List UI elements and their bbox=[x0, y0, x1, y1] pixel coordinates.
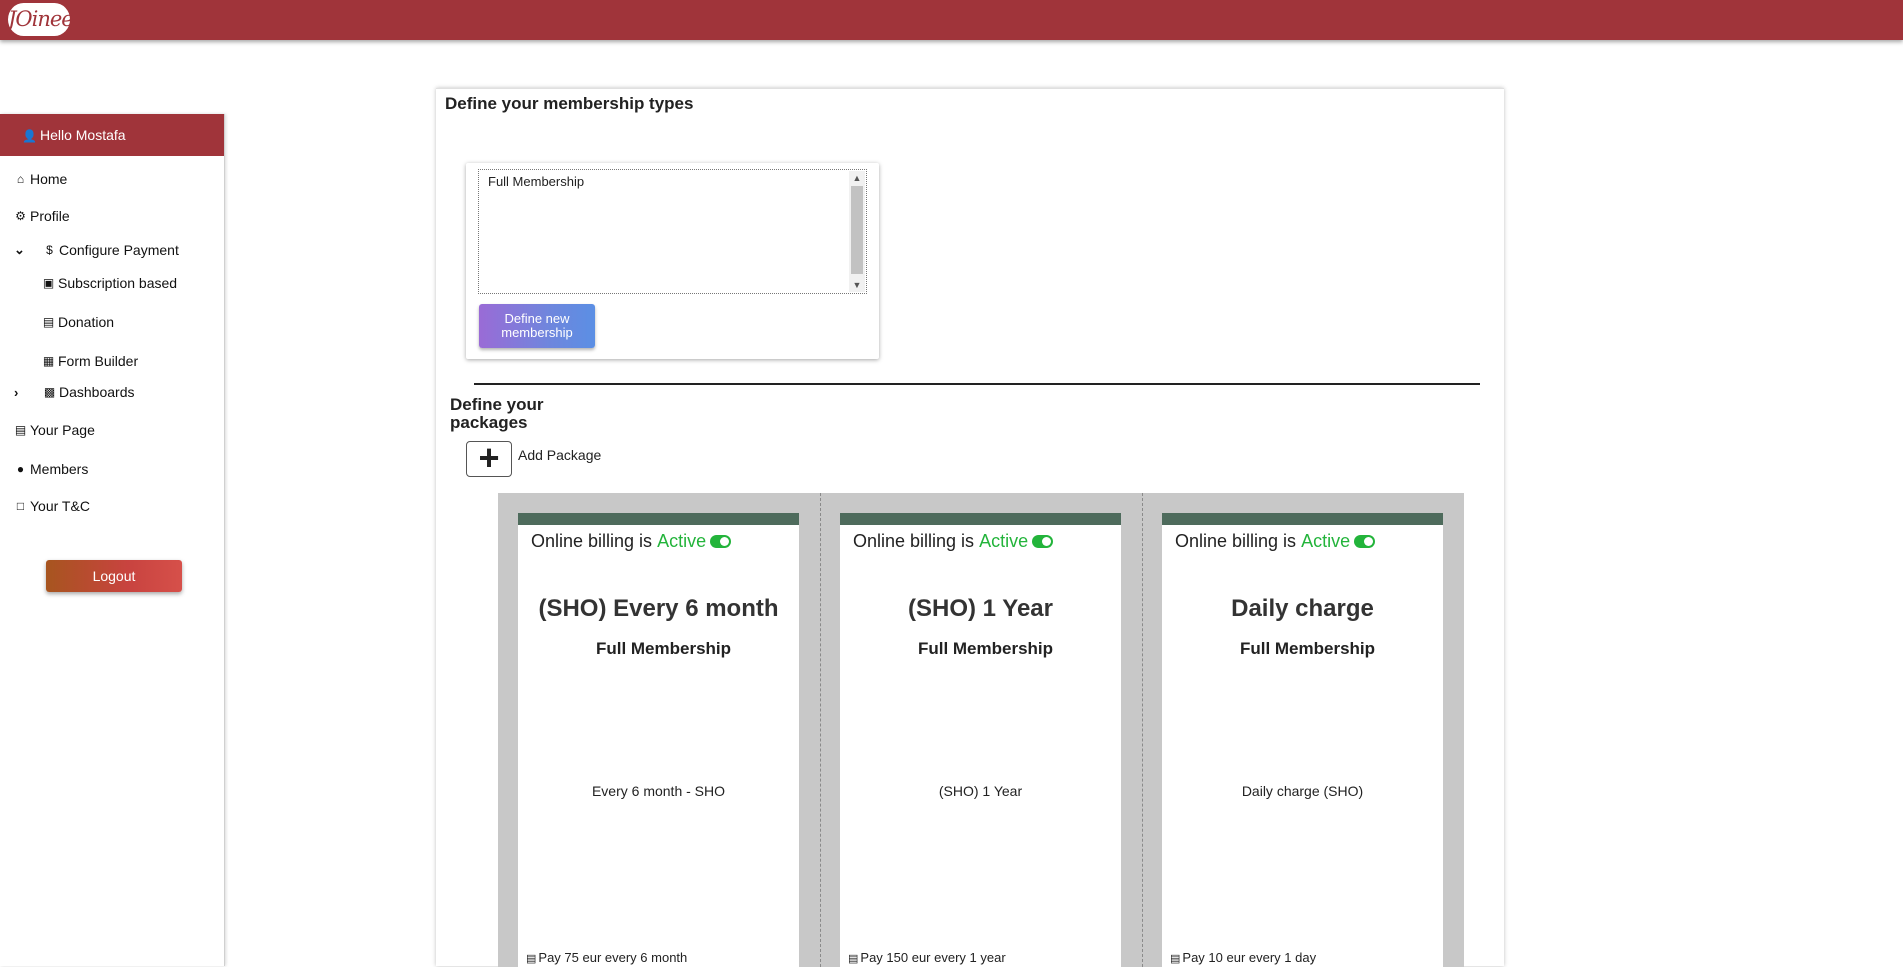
billing-label: Online billing is bbox=[531, 531, 653, 551]
billing-toggle[interactable] bbox=[1354, 535, 1376, 548]
package-card[interactable]: Online billing is Active (SHO) 1 Year Fu… bbox=[840, 513, 1121, 967]
packages-section-title: Define your packages bbox=[450, 395, 544, 432]
scroll-thumb[interactable] bbox=[851, 186, 863, 274]
sidebar-item-label: Home bbox=[30, 171, 68, 187]
card-separator bbox=[1142, 493, 1143, 967]
sidebar-item-members[interactable]: ● Members bbox=[13, 461, 88, 477]
sidebar-user-header: 👤 Hello Mostafa bbox=[0, 114, 224, 156]
sidebar-item-subscription-based[interactable]: ▣ Subscription based bbox=[41, 275, 177, 291]
membership-section-title: Define your membership types bbox=[445, 94, 694, 113]
package-membership: Full Membership bbox=[917, 639, 1054, 658]
section-divider bbox=[474, 383, 1480, 385]
list-item[interactable]: Full Membership bbox=[488, 174, 584, 189]
package-card[interactable]: Online billing is Active Daily charge Fu… bbox=[1162, 513, 1443, 967]
sidebar-item-label: Your Page bbox=[30, 422, 95, 438]
package-price: ▤ Pay 75 eur every 6 month bbox=[526, 950, 687, 965]
briefcase-icon: ▣ bbox=[42, 276, 55, 290]
sidebar-item-label: Profile bbox=[30, 208, 70, 224]
package-card[interactable]: Online billing is Active (SHO) Every 6 m… bbox=[518, 513, 799, 967]
money-icon: ▤ bbox=[848, 953, 859, 965]
bar-chart-icon: ▩ bbox=[43, 385, 56, 399]
package-name: Daily charge bbox=[1231, 595, 1374, 622]
billing-label: Online billing is bbox=[1175, 531, 1297, 551]
billing-toggle[interactable] bbox=[1032, 535, 1054, 548]
billing-active-text: Active bbox=[1301, 531, 1351, 551]
define-new-membership-button[interactable]: Define new membership bbox=[479, 304, 595, 348]
membership-listbox[interactable]: Full Membership ▲ ▼ bbox=[478, 169, 867, 294]
home-icon: ⌂ bbox=[16, 172, 25, 186]
sidebar-item-label: Members bbox=[30, 461, 89, 477]
package-price: ▤ Pay 150 eur every 1 year bbox=[848, 950, 1006, 965]
form-icon: ▦ bbox=[42, 354, 55, 368]
logout-button[interactable]: Logout bbox=[46, 560, 182, 592]
billing-status: Online billing is Active bbox=[531, 531, 732, 552]
document-icon: □ bbox=[16, 499, 25, 513]
app-logo[interactable]: JOinee bbox=[8, 3, 74, 36]
sidebar-item-label: Form Builder bbox=[58, 353, 139, 369]
sidebar-item-configure-payment[interactable]: ⌄ $ Configure Payment bbox=[14, 242, 179, 258]
package-membership: Full Membership bbox=[1239, 639, 1376, 658]
package-description: (SHO) 1 Year bbox=[938, 783, 1023, 799]
page-icon: ▤ bbox=[14, 423, 27, 437]
sidebar-item-donation[interactable]: ▤ Donation bbox=[41, 314, 114, 330]
sidebar-item-label: Your T&C bbox=[30, 498, 90, 514]
billing-status: Online billing is Active bbox=[853, 531, 1054, 552]
package-description: Every 6 month - SHO bbox=[591, 783, 726, 799]
billing-label: Online billing is bbox=[853, 531, 975, 551]
sidebar-item-profile[interactable]: ⚙ Profile bbox=[13, 208, 70, 224]
sidebar: 👤 Hello Mostafa ⌂ Home ⚙ Profile ⌄ $ Conf… bbox=[0, 114, 225, 966]
top-bar: JOinee bbox=[0, 0, 1903, 40]
users-icon: ● bbox=[16, 462, 25, 476]
sidebar-item-label: Dashboards bbox=[59, 384, 135, 400]
sidebar-item-your-page[interactable]: ▤ Your Page bbox=[13, 422, 95, 438]
package-description: Daily charge (SHO) bbox=[1241, 783, 1364, 799]
money-icon: ▤ bbox=[1170, 953, 1181, 965]
add-package-button[interactable]: + bbox=[466, 440, 512, 477]
package-name: (SHO) Every 6 month bbox=[538, 595, 779, 622]
sidebar-item-home[interactable]: ⌂ Home bbox=[13, 171, 67, 187]
chevron-right-icon[interactable]: › bbox=[14, 385, 28, 400]
sidebar-item-label: Donation bbox=[58, 314, 115, 330]
sidebar-item-label: Subscription based bbox=[58, 275, 178, 291]
package-price-text: Pay 75 eur every 6 month bbox=[538, 950, 688, 965]
main-panel: Define your membership types Full Member… bbox=[436, 88, 1504, 967]
sidebar-item-label: Configure Payment bbox=[59, 242, 179, 258]
money-icon: ▤ bbox=[42, 315, 55, 329]
package-name: (SHO) 1 Year bbox=[908, 595, 1053, 622]
package-price-text: Pay 10 eur every 1 day bbox=[1182, 950, 1317, 965]
scroll-down-icon[interactable]: ▼ bbox=[849, 278, 865, 292]
package-price: ▤ Pay 10 eur every 1 day bbox=[1170, 950, 1316, 965]
add-package-label: Add Package bbox=[518, 447, 602, 463]
sidebar-item-terms[interactable]: □ Your T&C bbox=[13, 498, 90, 514]
money-icon: ▤ bbox=[526, 953, 537, 965]
billing-toggle[interactable] bbox=[710, 535, 732, 548]
plus-icon: + bbox=[478, 437, 500, 478]
membership-types-box: Full Membership ▲ ▼ Define new membershi… bbox=[466, 163, 879, 359]
packages-grid: Online billing is Active (SHO) Every 6 m… bbox=[498, 493, 1464, 967]
chevron-down-icon[interactable]: ⌄ bbox=[14, 242, 28, 258]
billing-active-text: Active bbox=[657, 531, 707, 551]
sidebar-item-form-builder[interactable]: ▦ Form Builder bbox=[41, 353, 138, 369]
gear-icon: ⚙ bbox=[15, 209, 26, 223]
package-membership: Full Membership bbox=[595, 639, 732, 658]
package-price-text: Pay 150 eur every 1 year bbox=[860, 950, 1006, 965]
scroll-up-icon[interactable]: ▲ bbox=[849, 171, 865, 185]
listbox-scrollbar[interactable]: ▲ ▼ bbox=[849, 171, 865, 292]
billing-active-text: Active bbox=[979, 531, 1029, 551]
user-greeting: Hello Mostafa bbox=[39, 127, 126, 143]
sidebar-item-dashboards[interactable]: › ▩ Dashboards bbox=[14, 384, 135, 400]
user-icon: 👤 bbox=[22, 129, 37, 143]
dollar-icon: $ bbox=[46, 243, 53, 257]
billing-status: Online billing is Active bbox=[1175, 531, 1376, 552]
card-separator bbox=[820, 493, 821, 967]
